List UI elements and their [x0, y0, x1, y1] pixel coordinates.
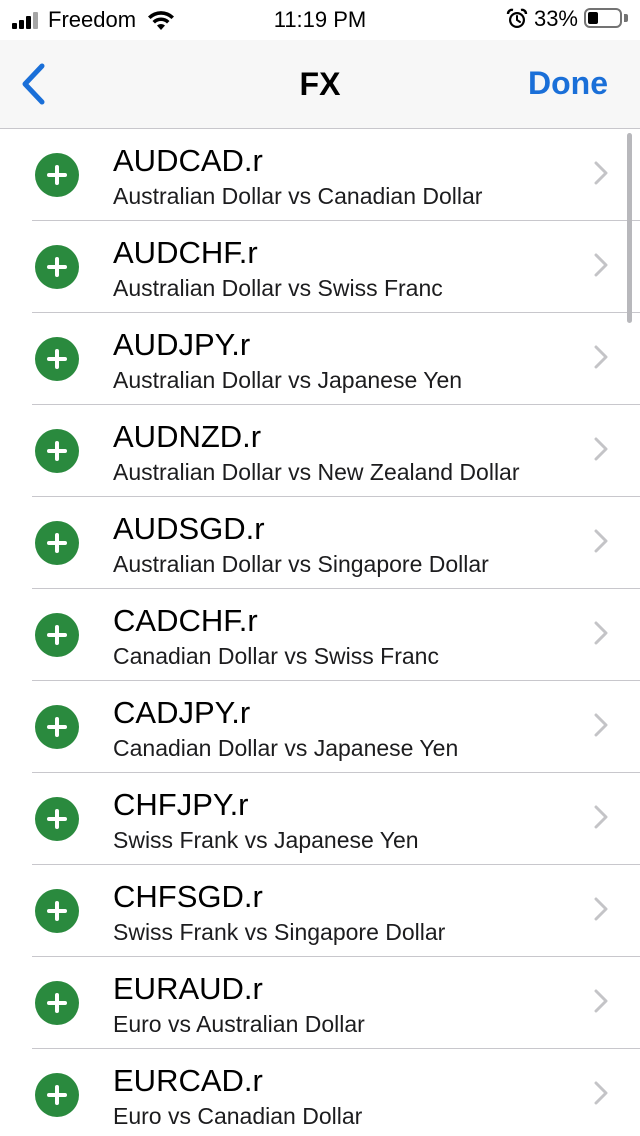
chevron-right-icon [594, 161, 608, 185]
list-item[interactable]: CADJPY.r Canadian Dollar vs Japanese Yen [32, 681, 640, 773]
screen: Freedom 11:19 PM 33% FX Done AUDCAD.r Au… [0, 0, 640, 1136]
chevron-right-icon [594, 529, 608, 553]
instrument-symbol: CHFSGD.r [113, 879, 263, 914]
instrument-symbol: AUDNZD.r [113, 419, 262, 454]
list-item[interactable]: CHFJPY.r Swiss Frank vs Japanese Yen [32, 773, 640, 865]
instrument-symbol: AUDCAD.r [113, 143, 263, 178]
add-circle-icon[interactable] [35, 521, 79, 565]
chevron-right-icon [594, 897, 608, 921]
chevron-right-icon [594, 345, 608, 369]
chevron-right-icon [594, 253, 608, 277]
instrument-symbol: CADJPY.r [113, 695, 251, 730]
instrument-description: Euro vs Australian Dollar [113, 1011, 365, 1037]
instrument-description: Australian Dollar vs Swiss Franc [113, 275, 443, 301]
navigation-bar: FX Done [0, 40, 640, 129]
list-item[interactable]: AUDJPY.r Australian Dollar vs Japanese Ye… [32, 313, 640, 405]
list-item[interactable]: AUDSGD.r Australian Dollar vs Singapore D… [32, 497, 640, 589]
chevron-right-icon [594, 1081, 608, 1105]
instrument-symbol: AUDCHF.r [113, 235, 258, 270]
list-item[interactable]: AUDNZD.r Australian Dollar vs New Zealand… [32, 405, 640, 497]
instrument-description: Canadian Dollar vs Swiss Franc [113, 643, 439, 669]
chevron-right-icon [594, 805, 608, 829]
chevron-right-icon [594, 621, 608, 645]
add-circle-icon[interactable] [35, 1073, 79, 1117]
status-right: 33% [506, 6, 628, 32]
add-circle-icon[interactable] [35, 245, 79, 289]
add-circle-icon[interactable] [35, 797, 79, 841]
instrument-description: Australian Dollar vs New Zealand Dollar [113, 459, 520, 485]
add-circle-icon[interactable] [35, 889, 79, 933]
battery-percent: 33% [533, 6, 578, 31]
list-item[interactable]: EURAUD.r Euro vs Australian Dollar [32, 957, 640, 1049]
instrument-symbol: CADCHF.r [113, 603, 258, 638]
instrument-symbol: EURCAD.r [113, 1063, 263, 1098]
add-circle-icon[interactable] [35, 429, 79, 473]
instrument-description: Swiss Frank vs Japanese Yen [113, 827, 419, 853]
chevron-right-icon [594, 437, 608, 461]
instrument-symbol: AUDSGD.r [113, 511, 265, 546]
chevron-right-icon [594, 713, 608, 737]
instrument-symbol: EURAUD.r [113, 971, 263, 1006]
instrument-description: Swiss Frank vs Singapore Dollar [113, 919, 446, 945]
list-item[interactable]: AUDCAD.r Australian Dollar vs Canadian Do… [32, 129, 640, 221]
list-item[interactable]: CADCHF.r Canadian Dollar vs Swiss Franc [32, 589, 640, 681]
instrument-list: AUDCAD.r Australian Dollar vs Canadian Do… [0, 129, 640, 1136]
add-circle-icon[interactable] [35, 613, 79, 657]
battery-icon [584, 8, 628, 30]
alarm-clock-icon [506, 8, 528, 28]
instrument-description: Australian Dollar vs Japanese Yen [113, 367, 463, 393]
add-circle-icon[interactable] [35, 337, 79, 381]
done-button[interactable]: Done [528, 65, 608, 102]
list-item[interactable]: AUDCHF.r Australian Dollar vs Swiss Franc [32, 221, 640, 313]
scroll-indicator[interactable] [627, 133, 632, 323]
instrument-symbol: CHFJPY.r [113, 787, 249, 822]
instrument-symbol: AUDJPY.r [113, 327, 251, 362]
add-circle-icon[interactable] [35, 153, 79, 197]
instrument-description: Euro vs Canadian Dollar [113, 1103, 363, 1129]
instrument-description: Canadian Dollar vs Japanese Yen [113, 735, 459, 761]
add-circle-icon[interactable] [35, 705, 79, 749]
add-circle-icon[interactable] [35, 981, 79, 1025]
instrument-description: Australian Dollar vs Canadian Dollar [113, 183, 483, 209]
list-item[interactable]: CHFSGD.r Swiss Frank vs Singapore Dollar [32, 865, 640, 957]
instrument-description: Australian Dollar vs Singapore Dollar [113, 551, 489, 577]
status-bar: Freedom 11:19 PM 33% [0, 0, 640, 40]
chevron-right-icon [594, 989, 608, 1013]
list-item[interactable]: EURCAD.r Euro vs Canadian Dollar [32, 1049, 640, 1136]
